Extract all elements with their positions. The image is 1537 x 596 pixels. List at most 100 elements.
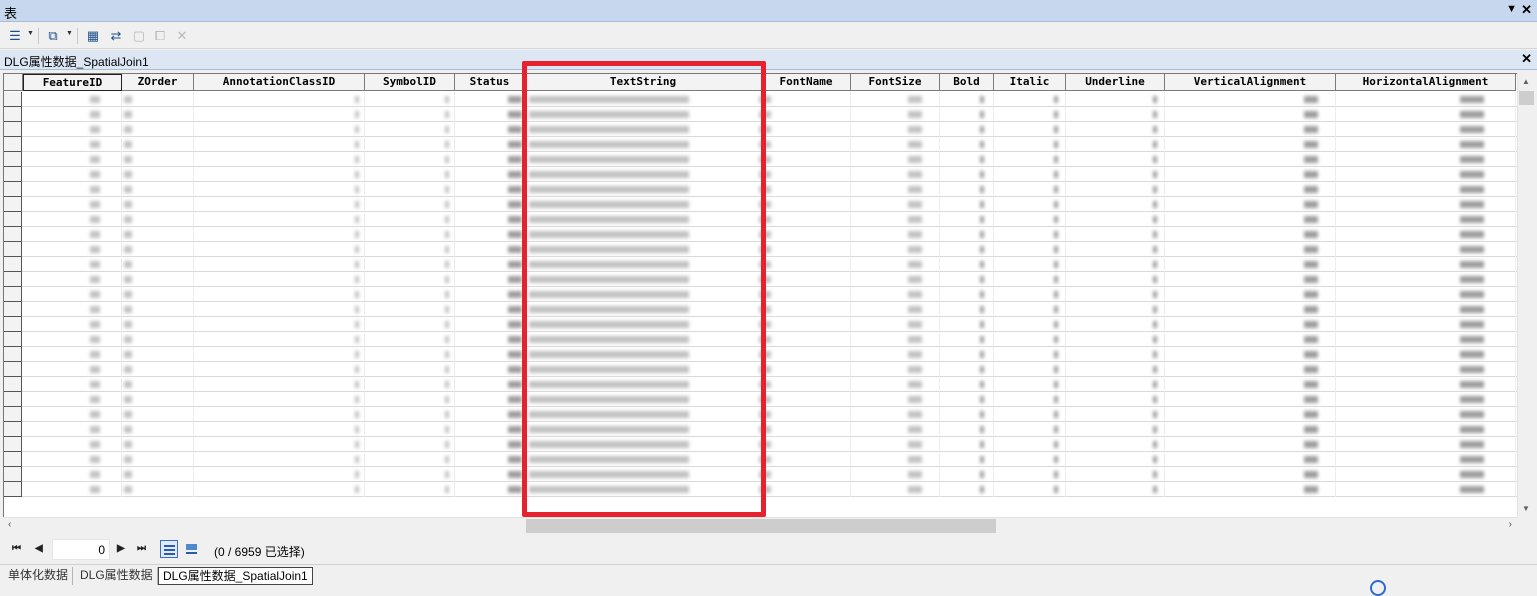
table-cell[interactable] [1066, 362, 1165, 377]
table-cell[interactable] [1336, 182, 1516, 197]
table-cell[interactable] [851, 107, 940, 122]
column-header[interactable]: FeatureID [23, 74, 122, 91]
table-cell[interactable] [23, 227, 122, 242]
table-cell[interactable] [365, 452, 455, 467]
table-cell[interactable] [1336, 422, 1516, 437]
table-cell[interactable] [194, 302, 365, 317]
table-close-icon[interactable]: ✕ [1521, 51, 1532, 67]
table-cell[interactable] [1165, 302, 1336, 317]
table-cell[interactable] [1165, 362, 1336, 377]
column-header[interactable]: Status [455, 74, 525, 91]
column-header[interactable]: Italic [994, 74, 1066, 91]
row-selector[interactable] [4, 407, 22, 422]
table-cell[interactable] [1336, 437, 1516, 452]
table-cell[interactable] [1066, 317, 1165, 332]
table-cell[interactable] [23, 197, 122, 212]
scroll-up-icon[interactable]: ▲ [1522, 77, 1530, 86]
table-cell[interactable] [194, 167, 365, 182]
table-cell[interactable] [1336, 362, 1516, 377]
row-selector[interactable] [4, 287, 22, 302]
table-cell[interactable] [940, 377, 994, 392]
table-cell[interactable] [1165, 482, 1336, 497]
table-cell[interactable] [759, 422, 851, 437]
row-selector[interactable] [4, 392, 22, 407]
row-header-corner[interactable] [4, 74, 23, 91]
table-cell[interactable] [759, 182, 851, 197]
table-cell[interactable] [759, 332, 851, 347]
table-cell[interactable] [1066, 392, 1165, 407]
table-cell[interactable] [994, 437, 1066, 452]
table-cell[interactable] [365, 257, 455, 272]
table-cell[interactable] [23, 122, 122, 137]
row-selector[interactable] [4, 347, 22, 362]
table-cell[interactable] [365, 227, 455, 242]
table-cell[interactable] [994, 92, 1066, 107]
row-selector[interactable] [4, 182, 22, 197]
table-cell[interactable] [759, 452, 851, 467]
table-cell[interactable] [23, 302, 122, 317]
table-cell[interactable] [940, 257, 994, 272]
table-cell[interactable] [23, 467, 122, 482]
table-cell[interactable] [851, 137, 940, 152]
table-cell[interactable] [1066, 227, 1165, 242]
table-cell[interactable] [455, 182, 525, 197]
table-cell[interactable] [1165, 227, 1336, 242]
table-cell[interactable] [994, 302, 1066, 317]
table-cell[interactable] [851, 452, 940, 467]
table-cell[interactable] [851, 437, 940, 452]
table-cell[interactable] [1066, 152, 1165, 167]
table-cell[interactable] [455, 392, 525, 407]
table-cell[interactable] [1336, 242, 1516, 257]
table-cell[interactable] [455, 152, 525, 167]
table-cell[interactable] [23, 92, 122, 107]
table-cell[interactable] [1165, 257, 1336, 272]
table-cell[interactable] [122, 362, 194, 377]
table-cell[interactable] [851, 167, 940, 182]
switch-selection-icon[interactable]: ⇄ [107, 27, 125, 45]
table-cell[interactable] [1165, 467, 1336, 482]
table-cell[interactable] [940, 437, 994, 452]
table-cell[interactable] [122, 302, 194, 317]
table-cell[interactable] [1066, 452, 1165, 467]
table-cell[interactable] [851, 377, 940, 392]
table-cell[interactable] [851, 422, 940, 437]
pin-icon[interactable]: ▼ [1506, 3, 1517, 15]
table-cell[interactable] [194, 152, 365, 167]
table-cell[interactable] [1165, 452, 1336, 467]
table-cell[interactable] [194, 437, 365, 452]
table-cell[interactable] [940, 182, 994, 197]
table-cell[interactable] [994, 272, 1066, 287]
table-cell[interactable] [994, 347, 1066, 362]
table-cell[interactable] [759, 152, 851, 167]
table-cell[interactable] [455, 137, 525, 152]
table-cell[interactable] [1336, 332, 1516, 347]
table-cell[interactable] [759, 242, 851, 257]
table-cell[interactable] [759, 437, 851, 452]
table-cell[interactable] [194, 197, 365, 212]
table-cell[interactable] [851, 257, 940, 272]
table-cell[interactable] [194, 257, 365, 272]
table-cell[interactable] [851, 287, 940, 302]
table-cell[interactable] [455, 92, 525, 107]
table-cell[interactable] [940, 407, 994, 422]
table-cell[interactable] [1066, 182, 1165, 197]
row-selector[interactable] [4, 227, 22, 242]
table-cell[interactable] [851, 467, 940, 482]
table-cell[interactable] [455, 242, 525, 257]
column-header[interactable]: VerticalAlignment [1165, 74, 1336, 91]
table-cell[interactable] [851, 392, 940, 407]
table-cell[interactable] [194, 332, 365, 347]
table-cell[interactable] [194, 422, 365, 437]
column-header[interactable]: HorizontalAlignment [1336, 74, 1516, 91]
table-cell[interactable] [455, 407, 525, 422]
table-cell[interactable] [365, 122, 455, 137]
table-cell[interactable] [759, 407, 851, 422]
zoom-to-selected-icon[interactable]: ⧠ [151, 27, 169, 45]
row-selector[interactable] [4, 377, 22, 392]
table-cell[interactable] [1336, 272, 1516, 287]
table-cell[interactable] [940, 107, 994, 122]
table-cell[interactable] [1066, 437, 1165, 452]
column-header[interactable]: AnnotationClassID [194, 74, 365, 91]
table-cell[interactable] [455, 272, 525, 287]
table-cell[interactable] [759, 122, 851, 137]
